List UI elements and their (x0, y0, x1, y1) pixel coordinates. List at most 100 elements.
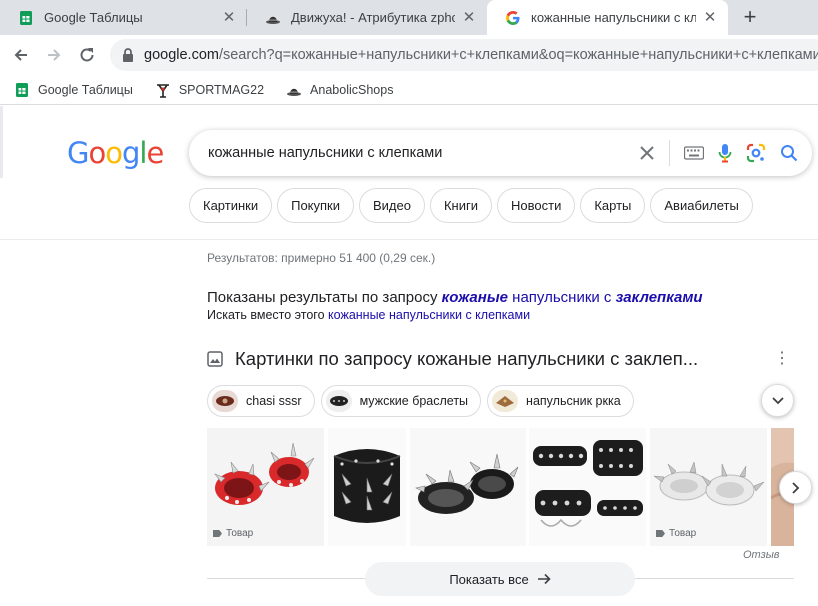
spelling-correction: Показаны результаты по запросу кожаные н… (207, 289, 703, 306)
close-icon[interactable]: ✕ (221, 9, 237, 26)
bookmarks-bar: Google Таблицы SPORTMAG22 AnabolicShops (0, 75, 818, 105)
tab-videos[interactable]: Видео (359, 188, 425, 223)
sheets-icon (16, 82, 28, 97)
show-all-label: Показать все (449, 571, 529, 587)
chevron-down-icon (771, 396, 784, 404)
filter-chip-label: напульсник ркка (526, 394, 621, 408)
page-edge (0, 106, 3, 178)
arrow-left-icon (14, 49, 27, 61)
black-spiked-wristband-image (328, 428, 406, 546)
address-bar[interactable]: google.com/search?q=кожанные+напульсники… (110, 39, 818, 71)
bookmark-sportmag22[interactable]: SPORTMAG22 (155, 82, 264, 98)
bookmark-label: Google Таблицы (38, 82, 133, 97)
images-section-header: Картинки по запросу кожаные напульсники … (207, 348, 792, 370)
close-icon[interactable]: ✕ (461, 9, 477, 26)
tab-news[interactable]: Новости (497, 188, 576, 223)
logo-letter: g (121, 136, 140, 170)
search-box[interactable]: кожанные напульсники с клепками (189, 130, 812, 176)
chevron-right-icon (791, 481, 799, 494)
filter-chip-label: мужские браслеты (359, 394, 469, 408)
arrow-right-icon (537, 573, 551, 585)
instead-prefix: Искать вместо этого (207, 308, 329, 322)
image-filter-chips: chasi sssr мужские браслеты напульсник р… (207, 385, 640, 417)
logo-letter: o (88, 136, 106, 170)
new-tab-button[interactable]: + (737, 4, 763, 30)
product-badge: Товар (213, 528, 253, 539)
chip-thumbnail (325, 390, 352, 412)
fedora-hat-icon (287, 88, 302, 96)
logo-letter: o (105, 136, 123, 170)
badge-label: Товар (226, 528, 254, 539)
tag-icon (656, 530, 665, 537)
filter-chip[interactable]: chasi sssr (207, 385, 315, 417)
black-cuff-pair-image (410, 428, 526, 546)
tab-strip: Google Таблицы ✕ Движуха! - Атрибутика z… (0, 0, 818, 35)
reload-button[interactable] (73, 41, 101, 69)
badge-label: Товар (669, 528, 697, 539)
tag-icon (213, 530, 222, 537)
show-all-button[interactable]: Показать все (365, 562, 635, 596)
close-icon[interactable]: ✕ (702, 9, 718, 26)
image-result[interactable] (410, 428, 526, 546)
sheets-icon (20, 10, 32, 25)
back-button[interactable] (7, 41, 35, 69)
chip-thumbnail (492, 390, 519, 412)
sportmag-icon (156, 83, 169, 98)
feedback-link[interactable]: Отзыв (743, 549, 780, 561)
image-result[interactable] (529, 428, 646, 546)
images-section-title[interactable]: Картинки по запросу кожаные напульсники … (235, 348, 772, 370)
header-divider (0, 239, 818, 240)
fedora-hat-icon (266, 16, 280, 24)
image-carousel: Товар Товар (207, 428, 794, 546)
tab-shopping[interactable]: Покупки (277, 188, 354, 223)
filter-chip-label: chasi sssr (246, 394, 302, 408)
bookmark-label: SPORTMAG22 (178, 82, 265, 97)
bookmark-anabolicshops[interactable]: AnabolicShops (286, 82, 393, 98)
result-stats: Результатов: примерно 51 400 (0,29 сек.) (207, 251, 436, 265)
logo-letter: e (146, 136, 164, 170)
image-icon (207, 351, 223, 367)
more-options-icon[interactable]: ⋮ (772, 351, 792, 367)
corrected-word: кожаные (441, 289, 508, 306)
logo-letter: G (67, 136, 90, 170)
search-icon[interactable] (780, 144, 798, 162)
search-input[interactable]: кожанные напульсники с клепками (208, 145, 639, 161)
image-result[interactable]: Товар (650, 428, 767, 546)
url-host: google.com (144, 47, 219, 63)
tab-title: кожанные напульсники с клепк (531, 10, 696, 25)
bookmark-google-sheets[interactable]: Google Таблицы (14, 82, 133, 98)
expand-filters-button[interactable] (761, 384, 794, 417)
corrected-query-link[interactable]: кожаные напульсники с заклепками (442, 289, 703, 306)
google-lens-icon[interactable] (746, 143, 766, 163)
tab-books[interactable]: Книги (429, 188, 493, 223)
filter-chip[interactable]: напульсник ркка (487, 385, 634, 417)
clear-icon[interactable] (639, 145, 655, 161)
tab-flights[interactable]: Авиабилеты (650, 188, 753, 223)
original-query-link[interactable]: кожанные напульсники с клепками (328, 308, 530, 322)
studded-wristbands-collection-image (529, 428, 646, 546)
image-result[interactable] (328, 428, 406, 546)
microphone-icon[interactable] (718, 143, 732, 163)
reload-icon (80, 48, 94, 62)
google-logo[interactable]: Google (67, 136, 164, 170)
tab-google-sheets[interactable]: Google Таблицы ✕ (0, 0, 247, 35)
filter-chip[interactable]: мужские браслеты (320, 385, 482, 417)
tab-dvizhuha[interactable]: Движуха! - Атрибутика zphc. Но ✕ (247, 0, 487, 35)
search-tabs: Картинки Покупки Видео Книги Новости Кар… (189, 188, 758, 223)
tab-google-search[interactable]: кожанные напульсники с клепк ✕ (487, 0, 728, 35)
google-g-icon (506, 10, 520, 25)
image-result[interactable]: Товар (207, 428, 324, 546)
divider (669, 140, 670, 166)
keyboard-icon[interactable] (684, 146, 704, 160)
forward-button[interactable] (40, 41, 68, 69)
tab-title: Google Таблицы (44, 10, 143, 25)
carousel-next-button[interactable] (779, 471, 812, 504)
url-path: /search?q=кожанные+напульсники+с+клепкам… (218, 47, 818, 63)
bookmark-label: AnabolicShops (310, 82, 394, 97)
arrow-right-icon (48, 49, 61, 61)
corrected-word: заклепками (615, 289, 703, 306)
tab-maps[interactable]: Карты (580, 188, 646, 223)
search-instead: Искать вместо этого кожанные напульсники… (207, 308, 530, 322)
spell-prefix: Показаны результаты по запросу (207, 289, 442, 306)
tab-images[interactable]: Картинки (189, 188, 273, 223)
